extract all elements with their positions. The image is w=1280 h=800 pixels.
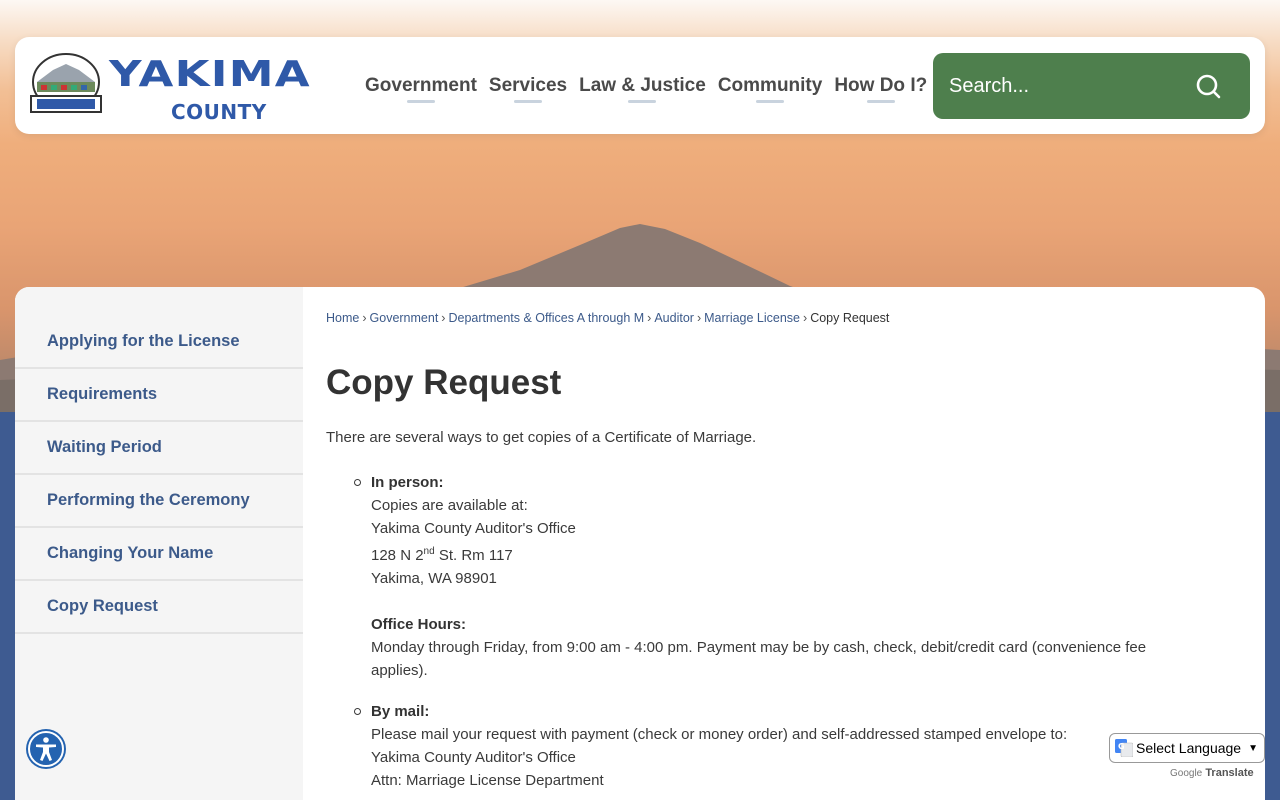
- in-person-heading: In person:: [371, 474, 444, 491]
- sidebar-item-applying[interactable]: Applying for the License: [15, 316, 303, 369]
- in-person-address: 128 N 2nd St. Rm 117: [371, 546, 513, 564]
- address-post: St. Rm 117: [434, 547, 513, 564]
- nav-underline: [406, 100, 435, 103]
- county-logo[interactable]: YAKIMA COUNTY: [29, 49, 359, 124]
- sidebar: Applying for the License Requirements Wa…: [15, 287, 303, 800]
- accessibility-button[interactable]: [26, 729, 66, 769]
- nav-how-do-i[interactable]: How Do I?: [828, 37, 933, 134]
- list-item-by-mail: By mail: Please mail your request with p…: [354, 700, 1201, 792]
- nav-label: How Do I?: [834, 74, 928, 96]
- breadcrumb-departments[interactable]: Departments & Offices A through M: [448, 311, 644, 325]
- breadcrumb-auditor[interactable]: Auditor: [654, 311, 694, 325]
- intro-text: There are several ways to get copies of …: [326, 429, 757, 446]
- breadcrumb-current: Copy Request: [810, 311, 890, 325]
- sidebar-list: Applying for the License Requirements Wa…: [15, 287, 303, 634]
- in-person-city: Yakima, WA 98901: [371, 570, 497, 587]
- svg-text:G: G: [1118, 742, 1125, 751]
- page-title: Copy Request: [326, 363, 562, 402]
- language-select[interactable]: G Select Language ▼: [1109, 733, 1265, 763]
- in-person-office: Yakima County Auditor's Office: [371, 520, 576, 537]
- sidebar-item-copy-request[interactable]: Copy Request: [15, 581, 303, 634]
- main-panel: Applying for the License Requirements Wa…: [15, 287, 1265, 800]
- google-label: Google: [1170, 768, 1203, 779]
- county-seal-icon: [30, 53, 102, 113]
- by-mail-attn: Attn: Marriage License Department: [371, 772, 604, 789]
- nav-label: Services: [488, 74, 568, 96]
- language-select-label: Select Language: [1136, 740, 1242, 756]
- breadcrumb: Home › Government › Departments & Offices A …: [326, 311, 889, 325]
- google-translate-icon: G: [1115, 739, 1133, 757]
- nav-underline: [866, 100, 895, 103]
- main-nav: Government Services Law & Justice Commun…: [359, 37, 933, 134]
- site-header: YAKIMA COUNTY Government Services Law & …: [15, 37, 1265, 134]
- nav-law-justice[interactable]: Law & Justice: [573, 37, 712, 134]
- nav-label: Law & Justice: [579, 74, 706, 96]
- nav-label: Community: [717, 74, 823, 96]
- nav-community[interactable]: Community: [712, 37, 829, 134]
- by-mail-office: Yakima County Auditor's Office: [371, 749, 576, 766]
- nav-services[interactable]: Services: [483, 37, 573, 134]
- office-hours-text: Monday through Friday, from 9:00 am - 4:…: [371, 639, 1147, 679]
- search-box: [933, 53, 1250, 119]
- breadcrumb-separator: ›: [803, 311, 808, 325]
- logo-wordmark: YAKIMA: [109, 54, 311, 95]
- nav-underline: [756, 100, 785, 103]
- by-mail-heading: By mail:: [371, 703, 430, 720]
- by-mail-line1: Please mail your request with payment (c…: [371, 726, 1068, 743]
- breadcrumb-marriage-license[interactable]: Marriage License: [704, 311, 800, 325]
- sidebar-item-waiting-period[interactable]: Waiting Period: [15, 422, 303, 475]
- options-list: In person: Copies are available at: Yaki…: [354, 471, 1201, 792]
- search-icon[interactable]: [1195, 73, 1221, 99]
- breadcrumb-home[interactable]: Home: [326, 311, 359, 325]
- breadcrumb-separator: ›: [441, 311, 446, 325]
- sidebar-item-requirements[interactable]: Requirements: [15, 369, 303, 422]
- translate-label: Translate: [1205, 767, 1254, 779]
- breadcrumb-separator: ›: [647, 311, 652, 325]
- content-area: Home › Government › Departments & Offices A …: [326, 287, 1246, 800]
- logo-subtitle: COUNTY: [171, 100, 267, 124]
- sidebar-item-ceremony[interactable]: Performing the Ceremony: [15, 475, 303, 528]
- nav-label: Government: [365, 74, 477, 96]
- list-item-in-person: In person: Copies are available at: Yaki…: [354, 471, 1201, 682]
- breadcrumb-separator: ›: [362, 311, 367, 325]
- breadcrumb-separator: ›: [696, 311, 702, 325]
- chevron-down-icon: ▼: [1248, 742, 1258, 754]
- nav-underline: [628, 100, 657, 103]
- breadcrumb-government[interactable]: Government: [370, 311, 439, 325]
- sidebar-item-changing-name[interactable]: Changing Your Name: [15, 528, 303, 581]
- address-pre: 128 N 2: [371, 547, 424, 564]
- in-person-line1: Copies are available at:: [371, 497, 528, 514]
- search-input[interactable]: [949, 65, 1189, 107]
- office-hours-heading: Office Hours:: [371, 616, 467, 633]
- accessibility-icon: [28, 731, 64, 767]
- powered-by-google: Google Translate: [1170, 767, 1254, 779]
- nav-underline: [514, 100, 543, 103]
- address-sup: nd: [423, 546, 435, 557]
- nav-government[interactable]: Government: [359, 37, 483, 134]
